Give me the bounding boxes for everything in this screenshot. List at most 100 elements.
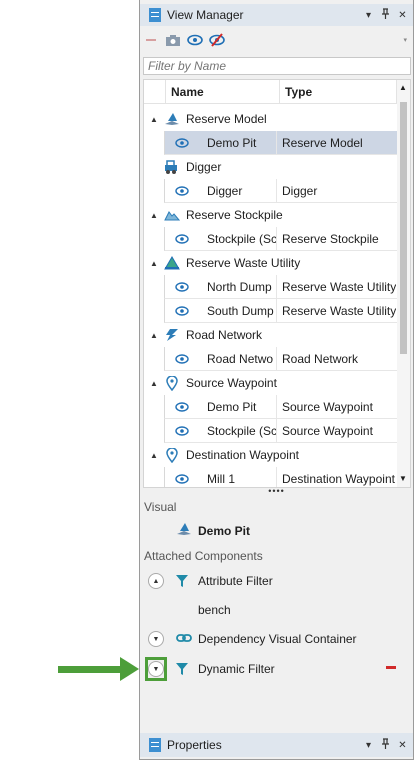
group-label: Digger: [186, 160, 222, 174]
group-row-reserve-model[interactable]: ▲ Reserve Model: [144, 107, 397, 131]
visibility-eye-icon[interactable]: [165, 305, 199, 316]
panel-pin-button[interactable]: [379, 738, 392, 752]
visibility-eye-icon[interactable]: [165, 353, 199, 364]
filter-input[interactable]: [144, 58, 410, 74]
visual-type: Reserve Stockpile: [276, 227, 396, 250]
visual-row-source-stockpile[interactable]: Stockpile (Sc Source Waypoint: [164, 419, 397, 443]
hide-visual-button[interactable]: [206, 30, 228, 50]
group-label: Destination Waypoint: [186, 448, 299, 462]
remove-component-button[interactable]: [386, 666, 396, 669]
view-manager-panel: View Manager ▾ ✕ ▾ Name Type ▲: [139, 0, 414, 760]
dynamic-filter-label[interactable]: Dynamic Filter: [198, 662, 275, 676]
road-network-icon: [164, 327, 180, 343]
visibility-eye-icon[interactable]: [165, 473, 199, 484]
snapshot-button[interactable]: [162, 30, 184, 50]
digger-icon: [164, 159, 180, 175]
visual-name: Road Netwo: [207, 351, 274, 366]
visual-row-digger[interactable]: Digger Digger: [164, 179, 397, 203]
collapse-arrow-icon[interactable]: ▲: [144, 259, 164, 268]
link-chain-icon: [176, 632, 192, 646]
properties-titlebar: Properties ▾ ✕: [140, 733, 413, 757]
panel-close-button[interactable]: ✕: [396, 740, 409, 751]
annotation-arrow-shaft: [58, 666, 122, 673]
group-row-source-waypoint[interactable]: ▲ Source Waypoint: [144, 371, 397, 395]
visual-type: Source Waypoint: [276, 395, 396, 418]
collapse-arrow-icon[interactable]: ▲: [144, 451, 164, 460]
attribute-filter-value: bench: [198, 603, 231, 617]
visual-type: Reserve Model: [276, 131, 396, 154]
visual-row-south-dump[interactable]: South Dump Reserve Waste Utility: [164, 299, 397, 323]
toolbar-overflow-icon[interactable]: ▾: [403, 36, 407, 44]
group-row-reserve-stockpile[interactable]: ▲ Reserve Stockpile: [144, 203, 397, 227]
camera-icon: [166, 35, 180, 46]
pin-icon: [382, 738, 389, 749]
collapse-arrow-icon[interactable]: ▲: [144, 115, 164, 124]
panel-close-button[interactable]: ✕: [396, 10, 409, 21]
filter-funnel-icon: [176, 574, 190, 588]
panel-splitter[interactable]: ••••: [140, 486, 413, 496]
visual-row-mill-1[interactable]: Mill 1 Destination Waypoint: [164, 467, 397, 487]
group-label: Reserve Stockpile: [186, 208, 283, 222]
visual-row-north-dump[interactable]: North Dump Reserve Waste Utility: [164, 275, 397, 299]
group-row-destination-waypoint[interactable]: ▲ Destination Waypoint: [144, 443, 397, 467]
view-manager-toolbar: ▾: [140, 28, 413, 52]
collapse-arrow-icon[interactable]: ▲: [144, 331, 164, 340]
attribute-filter-label[interactable]: Attribute Filter: [198, 574, 273, 588]
stockpile-icon: [164, 207, 180, 223]
visibility-eye-icon[interactable]: [165, 233, 199, 244]
name-column-header[interactable]: Name: [166, 80, 280, 104]
panel-menu-dropdown-button[interactable]: ▾: [362, 10, 375, 21]
visual-name: Demo Pit: [207, 135, 257, 150]
group-label: Reserve Waste Utility: [186, 256, 301, 270]
minus-icon: [146, 38, 156, 41]
group-row-road-network[interactable]: ▲ Road Network: [144, 323, 397, 347]
collapse-arrow-icon[interactable]: ▲: [144, 211, 164, 220]
dependency-container-label[interactable]: Dependency Visual Container: [198, 632, 357, 646]
visual-row-road-network[interactable]: Road Netwo Road Network: [164, 347, 397, 371]
group-row-reserve-waste-utility[interactable]: ▲ Reserve Waste Utility: [144, 251, 397, 275]
panel-title: View Manager: [167, 8, 244, 22]
splitter-grip-icon: ••••: [268, 486, 285, 496]
scroll-down-arrow-icon[interactable]: ▼: [399, 474, 407, 483]
visual-name: Mill 1: [207, 471, 236, 486]
visual-name: Stockpile (Sc: [207, 423, 276, 438]
remove-visual-button[interactable]: [140, 30, 162, 50]
visual-type: Source Waypoint: [276, 419, 396, 442]
highlight-box: [145, 657, 167, 681]
visibility-eye-icon[interactable]: [165, 281, 199, 292]
grid-vertical-scrollbar[interactable]: ▲ ▼: [397, 80, 410, 487]
visual-type: Digger: [276, 179, 396, 202]
visual-name: Stockpile (Sc: [207, 231, 276, 246]
group-label: Reserve Model: [186, 112, 267, 126]
type-column-header[interactable]: Type: [280, 80, 397, 104]
scrollbar-thumb[interactable]: [400, 102, 407, 354]
visual-section-label: Visual: [144, 500, 177, 514]
group-label: Source Waypoint: [186, 376, 277, 390]
panel-menu-dropdown-button[interactable]: ▾: [362, 740, 375, 751]
panel-window-icon: [149, 738, 161, 752]
pin-icon: [382, 8, 389, 19]
visibility-eye-icon[interactable]: [165, 185, 199, 196]
filter-by-name-field[interactable]: [143, 57, 411, 75]
visual-type: Road Network: [276, 347, 396, 370]
collapse-arrow-icon[interactable]: ▲: [144, 379, 164, 388]
waste-utility-icon: [164, 255, 180, 271]
scroll-up-arrow-icon[interactable]: ▲: [399, 83, 407, 92]
group-row-digger[interactable]: Digger: [144, 155, 397, 179]
group-label: Road Network: [186, 328, 263, 342]
visual-row-demo-pit[interactable]: Demo Pit Reserve Model: [164, 131, 397, 155]
expander-column-header: [144, 80, 166, 104]
visual-row-stockpile[interactable]: Stockpile (Sc Reserve Stockpile: [164, 227, 397, 251]
visual-row-source-demo-pit[interactable]: Demo Pit Source Waypoint: [164, 395, 397, 419]
visibility-eye-icon[interactable]: [165, 137, 199, 148]
visibility-eye-icon[interactable]: [165, 401, 199, 412]
visual-type: Reserve Waste Utility: [276, 299, 396, 322]
attribute-filter-collapse-toggle[interactable]: ▲: [148, 573, 164, 589]
properties-title[interactable]: Properties: [167, 738, 362, 752]
visibility-eye-icon[interactable]: [165, 425, 199, 436]
panel-pin-button[interactable]: [379, 8, 392, 22]
waypoint-pin-icon: [164, 375, 180, 391]
show-visual-button[interactable]: [184, 30, 206, 50]
dependency-container-expand-toggle[interactable]: ▼: [148, 631, 164, 647]
annotation-arrow-icon: [120, 657, 139, 681]
